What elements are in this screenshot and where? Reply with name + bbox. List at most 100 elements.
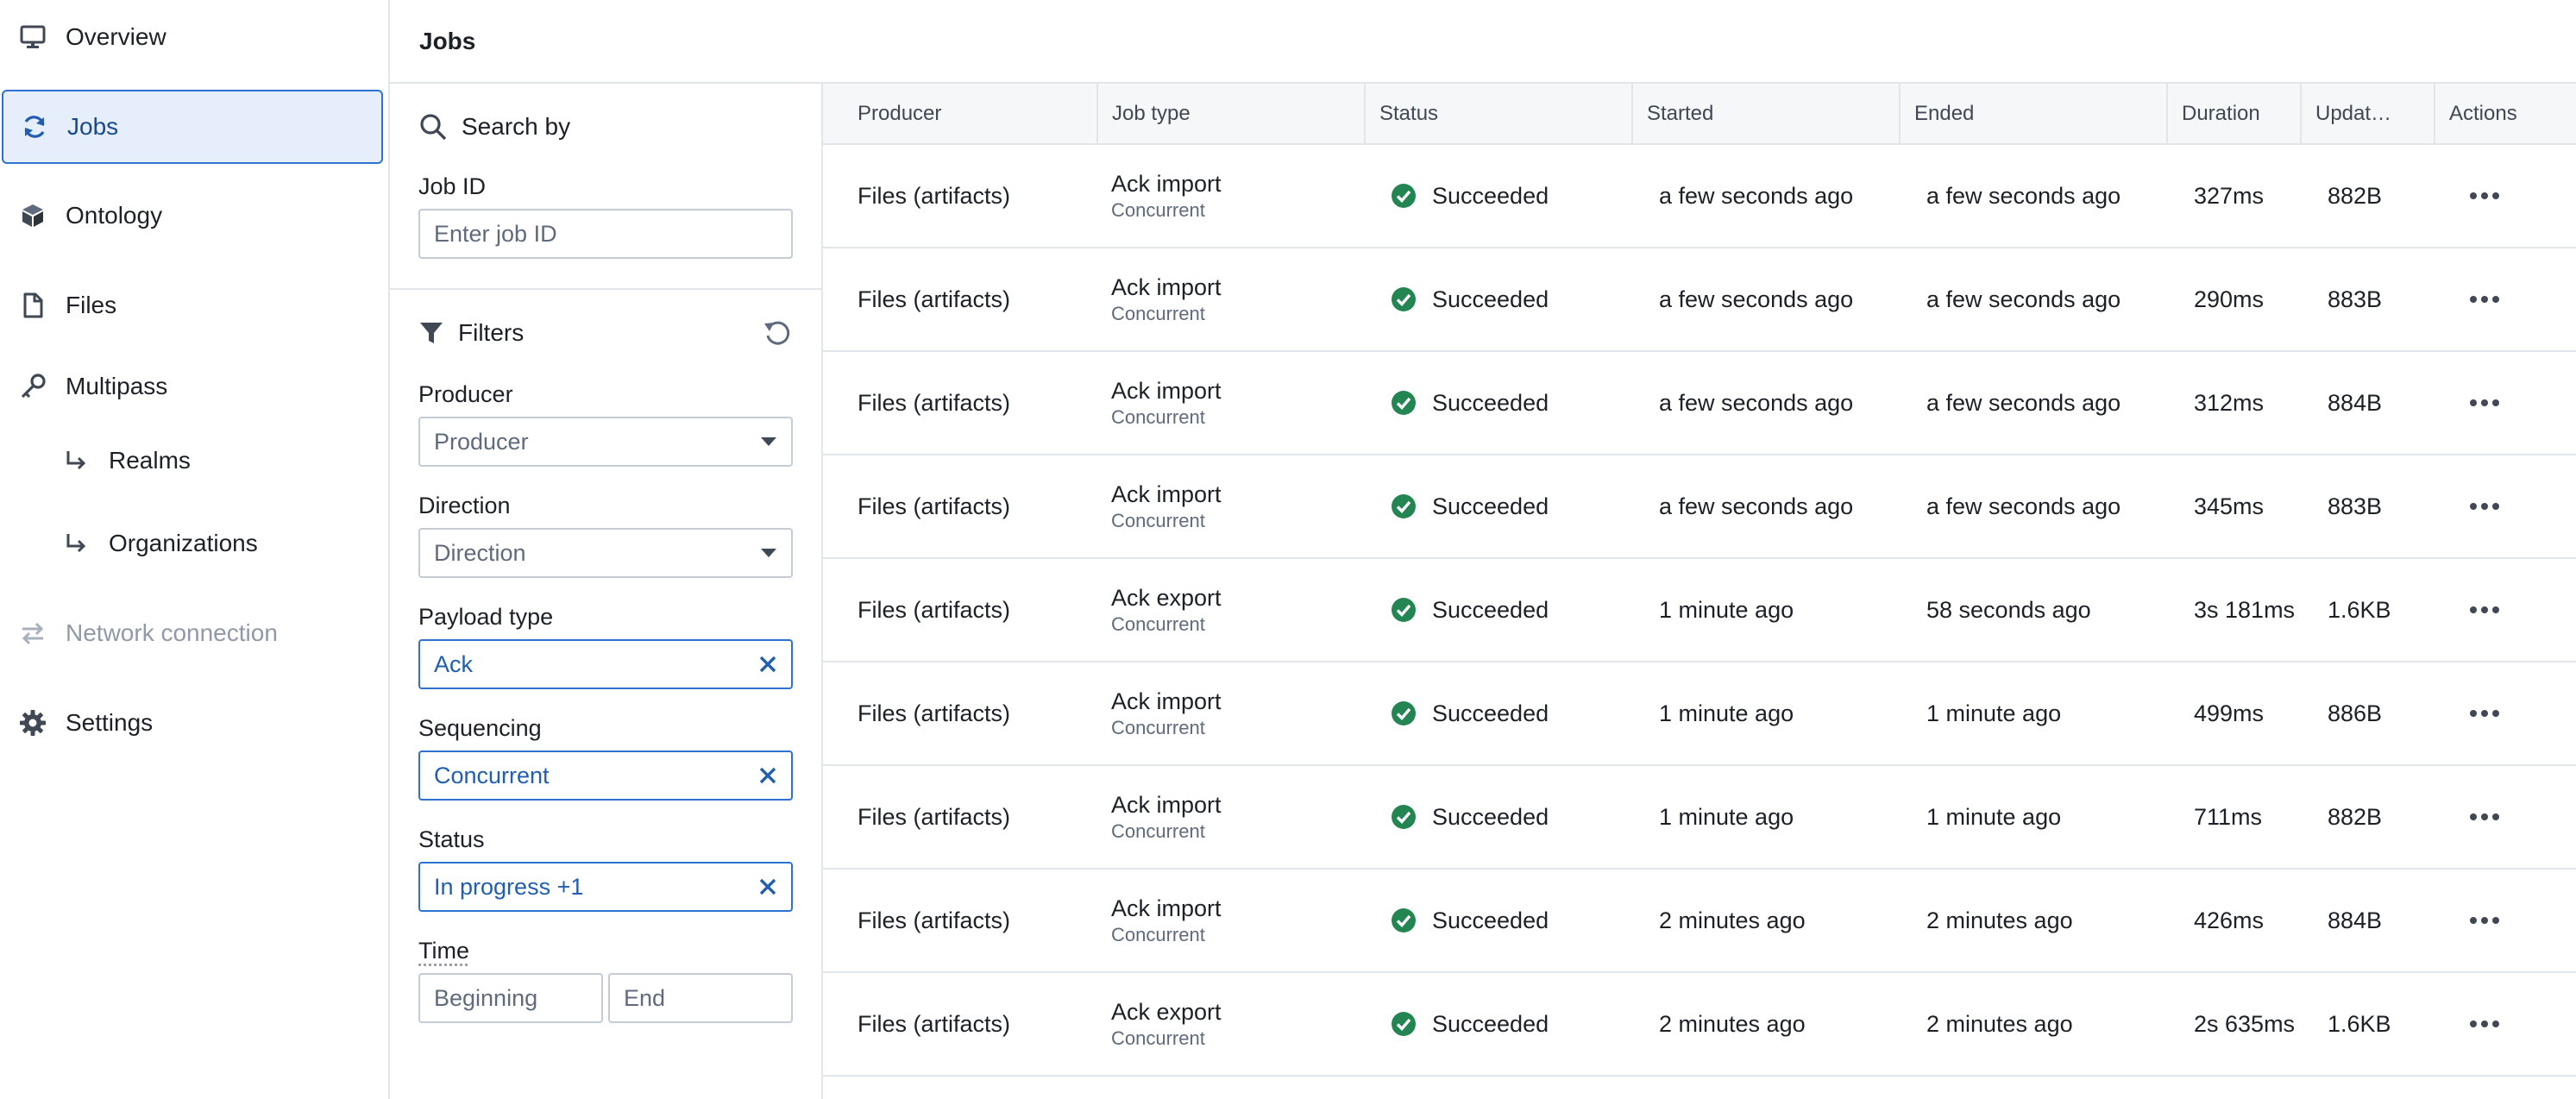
more-actions-icon[interactable] bbox=[2469, 916, 2562, 925]
producer-cell: Files (artifacts) bbox=[823, 558, 1097, 663]
sidebar-item-files[interactable]: Files bbox=[17, 268, 116, 342]
duration-text: 426ms bbox=[2194, 907, 2265, 933]
size-text: 882B bbox=[2328, 803, 2383, 830]
clear-payload-type-icon[interactable] bbox=[758, 655, 777, 674]
producer-text: Files (artifacts) bbox=[858, 700, 1011, 726]
status-text: Succeeded bbox=[1432, 1010, 1549, 1037]
payload-type-select[interactable]: Ack bbox=[418, 639, 793, 689]
table-row[interactable]: Files (artifacts) Ack import Concurrent … bbox=[823, 869, 2576, 973]
check-circle-icon bbox=[1391, 597, 1417, 623]
time-end-input[interactable]: End bbox=[608, 973, 793, 1023]
column-header-producer[interactable]: Producer bbox=[823, 84, 1098, 145]
size-cell: 886B bbox=[2301, 662, 2435, 766]
gear-icon bbox=[17, 707, 48, 738]
table-row[interactable]: Files (artifacts) Ack import Concurrent … bbox=[823, 662, 2576, 766]
producer-cell: Files (artifacts) bbox=[823, 455, 1097, 559]
clear-status-icon[interactable] bbox=[758, 877, 777, 896]
sidebar-item-organizations[interactable]: Organizations bbox=[60, 506, 258, 581]
column-header-updated[interactable]: Updat… bbox=[2301, 84, 2435, 145]
status-cell: Succeeded bbox=[1365, 144, 1632, 248]
table-row[interactable]: Files (artifacts) Ack export Concurrent … bbox=[823, 972, 2576, 1077]
status-cell: Succeeded bbox=[1365, 351, 1632, 455]
more-actions-icon[interactable] bbox=[2469, 192, 2562, 200]
sidebar-item-label: Overview bbox=[66, 23, 166, 50]
sidebar-item-settings[interactable]: Settings bbox=[17, 686, 153, 760]
sequencing-select[interactable]: Concurrent bbox=[418, 750, 793, 801]
ended-text: a few seconds ago bbox=[1926, 389, 2121, 416]
sidebar-item-label: Files bbox=[66, 292, 117, 318]
duration-text: 327ms bbox=[2194, 182, 2265, 209]
producer-select[interactable]: Producer bbox=[418, 417, 793, 467]
more-actions-icon[interactable] bbox=[2469, 399, 2562, 407]
status-select[interactable]: In progress +1 bbox=[418, 862, 793, 912]
status-cell: Succeeded bbox=[1365, 765, 1632, 870]
time-begin-input[interactable]: Beginning bbox=[418, 973, 603, 1023]
producer-text: Files (artifacts) bbox=[858, 493, 1011, 519]
column-header-started[interactable]: Started bbox=[1632, 84, 1901, 145]
sidebar-item-label: Settings bbox=[66, 709, 154, 736]
column-header-status[interactable]: Status bbox=[1365, 84, 1633, 145]
check-circle-icon bbox=[1391, 183, 1417, 209]
arrow-return-icon bbox=[60, 528, 91, 559]
column-header-job-type[interactable]: Job type bbox=[1097, 84, 1366, 145]
size-text: 1.6KB bbox=[2328, 596, 2391, 623]
more-actions-icon[interactable] bbox=[2469, 709, 2562, 718]
reset-filters-icon[interactable] bbox=[762, 317, 793, 349]
more-actions-icon[interactable] bbox=[2469, 1020, 2562, 1028]
more-actions-icon[interactable] bbox=[2469, 295, 2562, 304]
sidebar-item-ontology[interactable]: Ontology bbox=[17, 179, 162, 253]
sidebar-item-network-connection[interactable]: Network connection bbox=[17, 596, 278, 670]
size-cell: 882B bbox=[2301, 144, 2435, 248]
clear-sequencing-icon[interactable] bbox=[758, 766, 777, 785]
sidebar-item-multipass[interactable]: Multipass bbox=[17, 349, 167, 424]
direction-select[interactable]: Direction bbox=[418, 528, 793, 578]
sidebar-item-overview[interactable]: Overview bbox=[17, 0, 166, 74]
ended-cell: a few seconds ago bbox=[1900, 144, 2167, 248]
column-header-ended[interactable]: Ended bbox=[1900, 84, 2168, 145]
actions-cell bbox=[2435, 248, 2576, 352]
sidebar-item-label: Realms bbox=[109, 447, 191, 474]
sidebar-nav: Overview Jobs Ontology Files Multipass R… bbox=[0, 0, 390, 1099]
status-text: Succeeded bbox=[1432, 493, 1549, 519]
sequencing-value: Concurrent bbox=[434, 762, 550, 788]
table-row[interactable]: Files (artifacts) Ack import Concurrent … bbox=[823, 144, 2576, 248]
job-id-input[interactable]: Enter job ID bbox=[418, 209, 793, 259]
ended-cell: 58 seconds ago bbox=[1900, 558, 2167, 663]
cube-icon bbox=[17, 200, 48, 231]
ended-cell: a few seconds ago bbox=[1900, 248, 2167, 352]
sidebar-item-label: Organizations bbox=[109, 530, 258, 556]
started-text: 2 minutes ago bbox=[1659, 1010, 1806, 1037]
job-type-cell: Ack import Concurrent bbox=[1097, 248, 1365, 352]
job-type-cell: Ack import Concurrent bbox=[1097, 765, 1365, 870]
table-row[interactable]: Files (artifacts) Ack import Concurrent … bbox=[823, 351, 2576, 455]
sequencing-text: Concurrent bbox=[1111, 302, 1205, 324]
started-cell: a few seconds ago bbox=[1632, 144, 1900, 248]
duration-cell: 345ms bbox=[2167, 455, 2301, 559]
sidebar-item-jobs[interactable]: Jobs bbox=[2, 90, 383, 164]
producer-text: Files (artifacts) bbox=[858, 803, 1011, 830]
content-area: Search by Job ID Enter job ID Filters Pr… bbox=[390, 84, 2576, 1099]
job-type-cell: Ack export Concurrent bbox=[1097, 558, 1365, 663]
ended-cell: a few seconds ago bbox=[1900, 455, 2167, 559]
producer-text: Files (artifacts) bbox=[858, 182, 1011, 209]
table-row[interactable]: Files (artifacts) Ack export Concurrent … bbox=[823, 558, 2576, 663]
more-actions-icon[interactable] bbox=[2469, 606, 2562, 614]
arrow-return-icon bbox=[60, 445, 91, 476]
ended-cell: 2 minutes ago bbox=[1900, 869, 2167, 973]
actions-cell bbox=[2435, 765, 2576, 870]
column-header-duration[interactable]: Duration bbox=[2167, 84, 2302, 145]
size-text: 883B bbox=[2328, 286, 2383, 312]
table-row[interactable]: Files (artifacts) Ack import Concurrent … bbox=[823, 455, 2576, 559]
payload-type-filter-label: Payload type bbox=[418, 604, 554, 630]
more-actions-icon[interactable] bbox=[2469, 813, 2562, 821]
caret-down-icon bbox=[760, 436, 777, 447]
duration-text: 345ms bbox=[2194, 493, 2265, 519]
table-row[interactable]: Files (artifacts) Ack import Concurrent … bbox=[823, 248, 2576, 352]
more-actions-icon[interactable] bbox=[2469, 502, 2562, 511]
duration-text: 2s 635ms bbox=[2194, 1010, 2296, 1037]
sequencing-text: Concurrent bbox=[1111, 820, 1205, 842]
status-text: Succeeded bbox=[1432, 596, 1549, 623]
table-row[interactable]: Files (artifacts) Ack import Concurrent … bbox=[823, 765, 2576, 870]
size-cell: 882B bbox=[2301, 765, 2435, 870]
sidebar-item-realms[interactable]: Realms bbox=[60, 424, 191, 498]
